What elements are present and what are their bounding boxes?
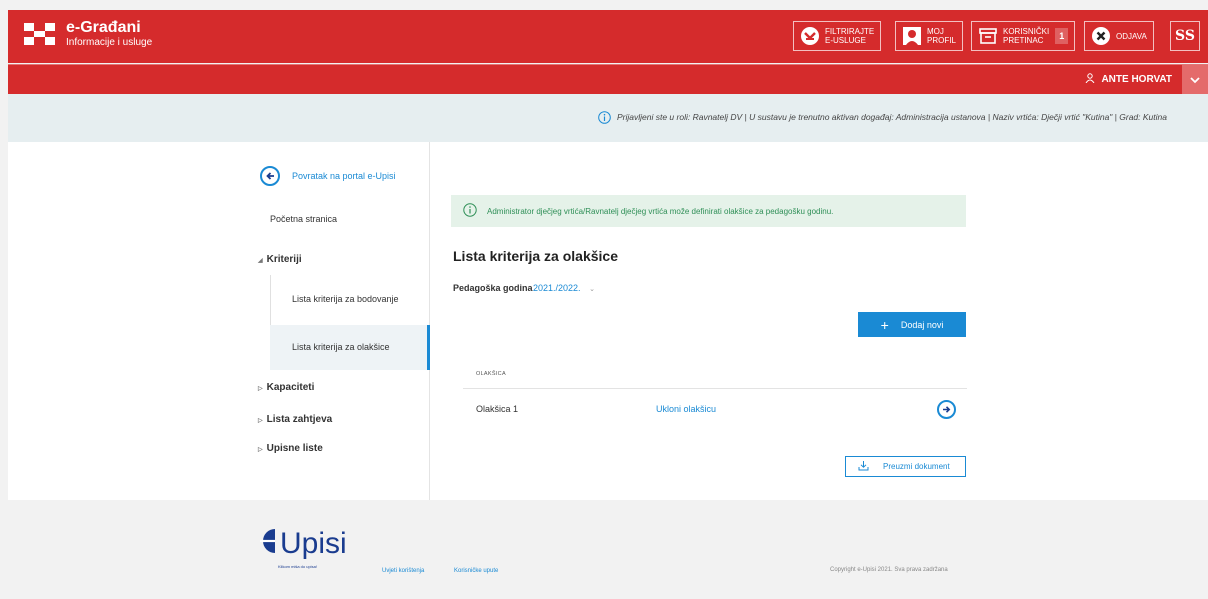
- download-label: Preuzmi dokument: [883, 462, 950, 471]
- profile-label-1: MOJ: [927, 27, 944, 36]
- profile-label-2: PROFIL: [927, 36, 956, 45]
- year-label: Pedagoška godina: [453, 283, 533, 293]
- egradjani-logo-icon: [24, 23, 56, 45]
- sidebar-item-capacities[interactable]: ▷ Kapaciteti: [258, 382, 314, 393]
- info-icon: [598, 111, 611, 129]
- remove-relief-link[interactable]: Ukloni olakšicu: [656, 404, 716, 414]
- user-bar: ANTE HORVAT: [8, 64, 1208, 95]
- info-alert: Administrator dječjeg vrtića/Ravnatelj d…: [451, 195, 966, 227]
- back-to-portal-link[interactable]: Povratak na portal e-Upisi: [260, 166, 396, 186]
- sidebar-item-criteria-label: Kriteriji: [266, 254, 302, 265]
- session-info-bar: Prijavljeni ste u roli: Ravnatelj DV | U…: [8, 94, 1208, 142]
- filter-label-1: FILTRIRAJTE: [825, 27, 875, 36]
- info-icon: [463, 203, 477, 219]
- filter-icon: [800, 26, 820, 46]
- triangle-right-icon: ▷: [258, 386, 263, 392]
- sidebar-divider: [429, 142, 430, 500]
- table-header-relief: OLAKŠICA: [476, 371, 506, 377]
- upisi-logo[interactable]: Upisi Klikom miša do upisa!: [258, 526, 347, 569]
- sidebar-item-enrollment-lists-label: Upisne liste: [266, 443, 323, 454]
- logout-label: ODJAVA: [1116, 31, 1147, 41]
- back-link-label: Povratak na portal e-Upisi: [292, 171, 396, 181]
- arrow-left-icon: [260, 166, 280, 186]
- triangle-down-icon: ◢: [258, 258, 263, 264]
- sidebar-item-requests-label: Lista zahtjeva: [266, 414, 333, 425]
- table-divider: [463, 388, 967, 389]
- row-open-button[interactable]: [937, 400, 956, 419]
- copyright-text: Copyright e-Upisi 2021. Sva prava zadrža…: [830, 567, 948, 573]
- close-icon: [1091, 26, 1111, 46]
- add-new-label: Dodaj novi: [900, 319, 944, 330]
- sidebar-item-requests[interactable]: ▷ Lista zahtjeva: [258, 414, 332, 425]
- logout-button[interactable]: ODJAVA: [1084, 21, 1154, 51]
- inbox-icon: [978, 26, 998, 46]
- accessibility-button[interactable]: ß: [1170, 21, 1200, 51]
- user-menu-toggle[interactable]: [1182, 65, 1208, 95]
- brand-title: e-Građani: [66, 19, 141, 36]
- year-select-value: 2021./2022.: [533, 283, 581, 293]
- main-content: Povratak na portal e-Upisi Početna stran…: [8, 142, 1208, 500]
- year-select[interactable]: 2021./2022. ⌄: [533, 283, 595, 293]
- accessibility-label: ß: [1175, 27, 1195, 44]
- chevron-down-icon: ⌄: [589, 286, 595, 293]
- inbox-count-badge: 1: [1055, 28, 1069, 44]
- alert-text: Administrator dječjeg vrtića/Ravnatelj d…: [487, 206, 834, 216]
- user-icon: [1085, 73, 1095, 86]
- add-new-button[interactable]: + Dodaj novi: [858, 312, 966, 337]
- top-header: e-Građani Informacije i usluge FILTRIRAJ…: [8, 10, 1208, 63]
- sidebar-item-criteria[interactable]: ◢ Kriteriji: [258, 254, 302, 265]
- chevron-down-icon: [1190, 71, 1200, 89]
- my-profile-button[interactable]: MOJ PROFIL: [895, 21, 963, 51]
- sidebar-item-criteria-relief[interactable]: Lista kriterija za olakšice: [292, 342, 390, 352]
- plus-icon: +: [880, 316, 889, 333]
- inbox-label-2: PRETINAC: [1003, 36, 1044, 45]
- upisi-logo-text: Upisi: [280, 526, 347, 560]
- download-icon: [858, 460, 869, 473]
- sidebar-item-enrollment-lists[interactable]: ▷ Upisne liste: [258, 443, 323, 454]
- brand[interactable]: e-Građani Informacije i usluge: [24, 19, 152, 49]
- filter-label-2: E-USLUGE: [825, 36, 866, 45]
- profile-icon: [902, 26, 922, 46]
- user-menu[interactable]: ANTE HORVAT: [1085, 73, 1172, 86]
- sidebar-item-home[interactable]: Početna stranica: [270, 214, 337, 224]
- triangle-right-icon: ▷: [258, 418, 263, 424]
- upisi-logo-tagline: Klikom miša do upisa!: [278, 564, 317, 569]
- user-name: ANTE HORVAT: [1101, 74, 1172, 85]
- user-guide-link[interactable]: Korisničke upute: [454, 568, 498, 574]
- user-inbox-button[interactable]: KORISNIČKI PRETINAC 1: [971, 21, 1076, 51]
- triangle-right-icon: ▷: [258, 447, 263, 453]
- footer: Upisi Klikom miša do upisa! Uvjeti koriš…: [8, 500, 1208, 599]
- sidebar-item-capacities-label: Kapaciteti: [266, 382, 315, 393]
- terms-link[interactable]: Uvjeti korištenja: [382, 568, 424, 574]
- arrow-right-icon: [942, 401, 951, 419]
- session-info-text: Prijavljeni ste u roli: Ravnatelj DV | U…: [617, 112, 1167, 122]
- brand-subtitle: Informacije i usluge: [66, 37, 153, 48]
- upisi-logo-icon: [258, 528, 276, 559]
- sidebar-item-criteria-scoring[interactable]: Lista kriterija za bodovanje: [292, 294, 399, 304]
- filter-services-button[interactable]: FILTRIRAJTE E-USLUGE: [793, 21, 882, 51]
- inbox-label-1: KORISNIČKI: [1003, 27, 1050, 36]
- table-cell-name: Olakšica 1: [476, 404, 519, 414]
- download-document-button[interactable]: Preuzmi dokument: [845, 456, 966, 477]
- page-title: Lista kriterija za olakšice: [453, 248, 618, 264]
